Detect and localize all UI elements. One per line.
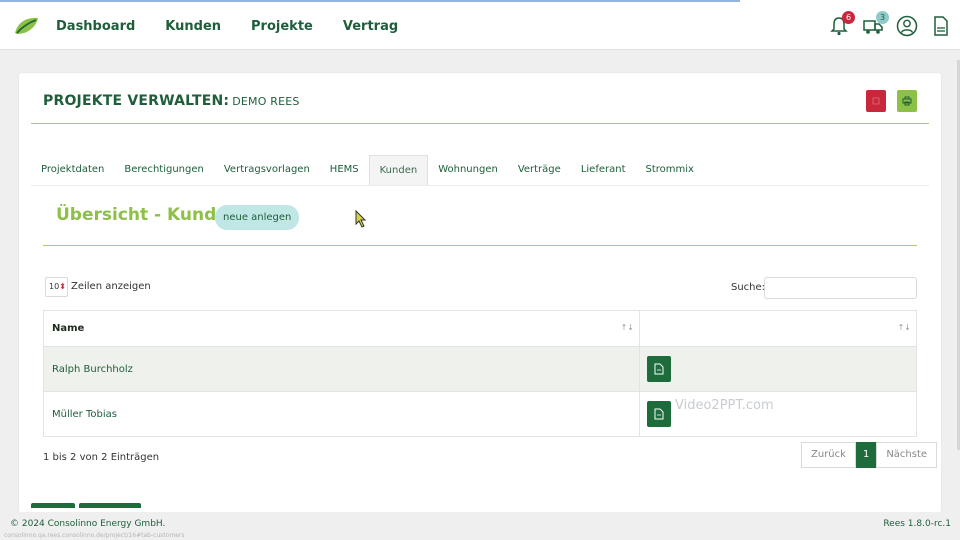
tab-berechtigungen[interactable]: Berechtigungen <box>114 155 213 185</box>
page-length-value: 10 <box>49 282 60 291</box>
project-card: PROJEKTE VERWALTEN: DEMO REES Projektdate… <box>19 73 941 513</box>
section-title: Übersicht - Kunden <box>56 205 240 225</box>
add-customer-button[interactable]: neue anlegen <box>215 205 300 230</box>
loading-streak <box>0 0 740 2</box>
notification-badge: 6 <box>842 11 855 24</box>
watermark: Video2PPT.com <box>675 398 774 413</box>
footer-copyright: © 2024 Consolinno Energy GmbH. <box>10 519 166 529</box>
nav-dashboard[interactable]: Dashboard <box>56 19 135 34</box>
partial-button[interactable] <box>79 503 141 508</box>
customer-name[interactable]: Müller Tobias <box>43 391 640 437</box>
pagination-page-1[interactable]: 1 <box>855 442 877 468</box>
column-header-name[interactable]: Name ↑↓ <box>43 310 640 347</box>
sort-icon: ↑↓ <box>897 323 911 332</box>
search-label: Suche: <box>731 282 766 293</box>
contract-document-button[interactable] <box>647 401 671 427</box>
nav-vertrag[interactable]: Vertrag <box>343 19 398 34</box>
customers-table: Name ↑↓ ↑↓ Ralph Burchholz Müller Tobias <box>43 310 917 437</box>
tab-kunden[interactable]: Kunden <box>368 155 429 185</box>
document-icon[interactable] <box>930 14 952 38</box>
tab-lieferant[interactable]: Lieferant <box>571 155 636 185</box>
truck-badge: 3 <box>876 11 889 24</box>
pagination-next[interactable]: Nächste <box>876 442 938 468</box>
main-nav: Dashboard Kunden Projekte Vertrag <box>56 19 398 34</box>
tab-vertragsvorlagen[interactable]: Vertragsvorlagen <box>214 155 320 185</box>
contract-document-button[interactable] <box>647 356 671 382</box>
search-input[interactable] <box>764 277 917 299</box>
top-icons: 6 3 <box>828 11 952 38</box>
sort-icon: ↑↓ <box>620 323 634 332</box>
partial-bottom-buttons <box>31 503 141 508</box>
tab-vertraege[interactable]: Verträge <box>508 155 571 185</box>
delete-button[interactable] <box>866 90 886 112</box>
footer-version: Rees 1.8.0-rc.1 <box>883 519 951 529</box>
bell-icon[interactable]: 6 <box>828 11 855 38</box>
page-title: PROJEKTE VERWALTEN: DEMO REES <box>43 93 300 109</box>
file-icon <box>654 408 664 420</box>
print-button[interactable] <box>897 90 917 112</box>
column-header-name-label: Name <box>52 323 85 334</box>
nav-kunden[interactable]: Kunden <box>165 19 221 34</box>
page-subtitle: DEMO REES <box>232 95 300 108</box>
table-row[interactable]: Ralph Burchholz <box>43 346 917 392</box>
column-header-actions[interactable]: ↑↓ <box>639 310 917 347</box>
pagination: Zurück 1 Nächste <box>801 442 938 468</box>
user-circle-icon[interactable] <box>896 14 918 38</box>
partial-button[interactable] <box>31 503 75 508</box>
tab-wohnungen[interactable]: Wohnungen <box>428 155 508 185</box>
tab-projektdaten[interactable]: Projektdaten <box>31 155 114 185</box>
customers-panel: Übersicht - Kunden neue anlegen 10⬍ Zeil… <box>31 185 938 482</box>
truck-icon[interactable]: 3 <box>862 11 889 38</box>
consolinno-logo-icon[interactable] <box>12 15 40 37</box>
customer-name[interactable]: Ralph Burchholz <box>43 346 640 392</box>
table-info: 1 bis 2 von 2 Einträgen <box>43 452 160 463</box>
table-header-row: Name ↑↓ ↑↓ <box>43 310 917 347</box>
mouse-cursor-icon <box>355 209 367 228</box>
chevron-updown-icon: ⬍ <box>59 282 66 291</box>
nav-projekte[interactable]: Projekte <box>251 19 313 34</box>
section-divider <box>43 245 917 246</box>
footer: © 2024 Consolinno Energy GmbH. Rees 1.8.… <box>0 512 960 540</box>
file-icon <box>654 363 664 375</box>
page-length-label: Zeilen anzeigen <box>71 281 151 292</box>
table-row[interactable]: Müller Tobias <box>43 391 917 437</box>
tab-hems[interactable]: HEMS <box>320 155 369 185</box>
tab-bar: Projektdaten Berechtigungen Vertragsvorl… <box>31 155 704 185</box>
status-url: consolinno.qa.rees.consolinno.de/project… <box>4 532 185 539</box>
trash-icon <box>872 97 880 105</box>
page-title-text: PROJEKTE VERWALTEN: <box>43 93 230 109</box>
tab-strommix[interactable]: Strommix <box>636 155 704 185</box>
page-length-select[interactable]: 10⬍ <box>45 277 68 297</box>
pagination-prev[interactable]: Zurück <box>801 442 856 468</box>
printer-icon <box>902 96 912 106</box>
top-navbar: Dashboard Kunden Projekte Vertrag 6 3 <box>0 0 960 50</box>
header-divider <box>31 123 929 124</box>
